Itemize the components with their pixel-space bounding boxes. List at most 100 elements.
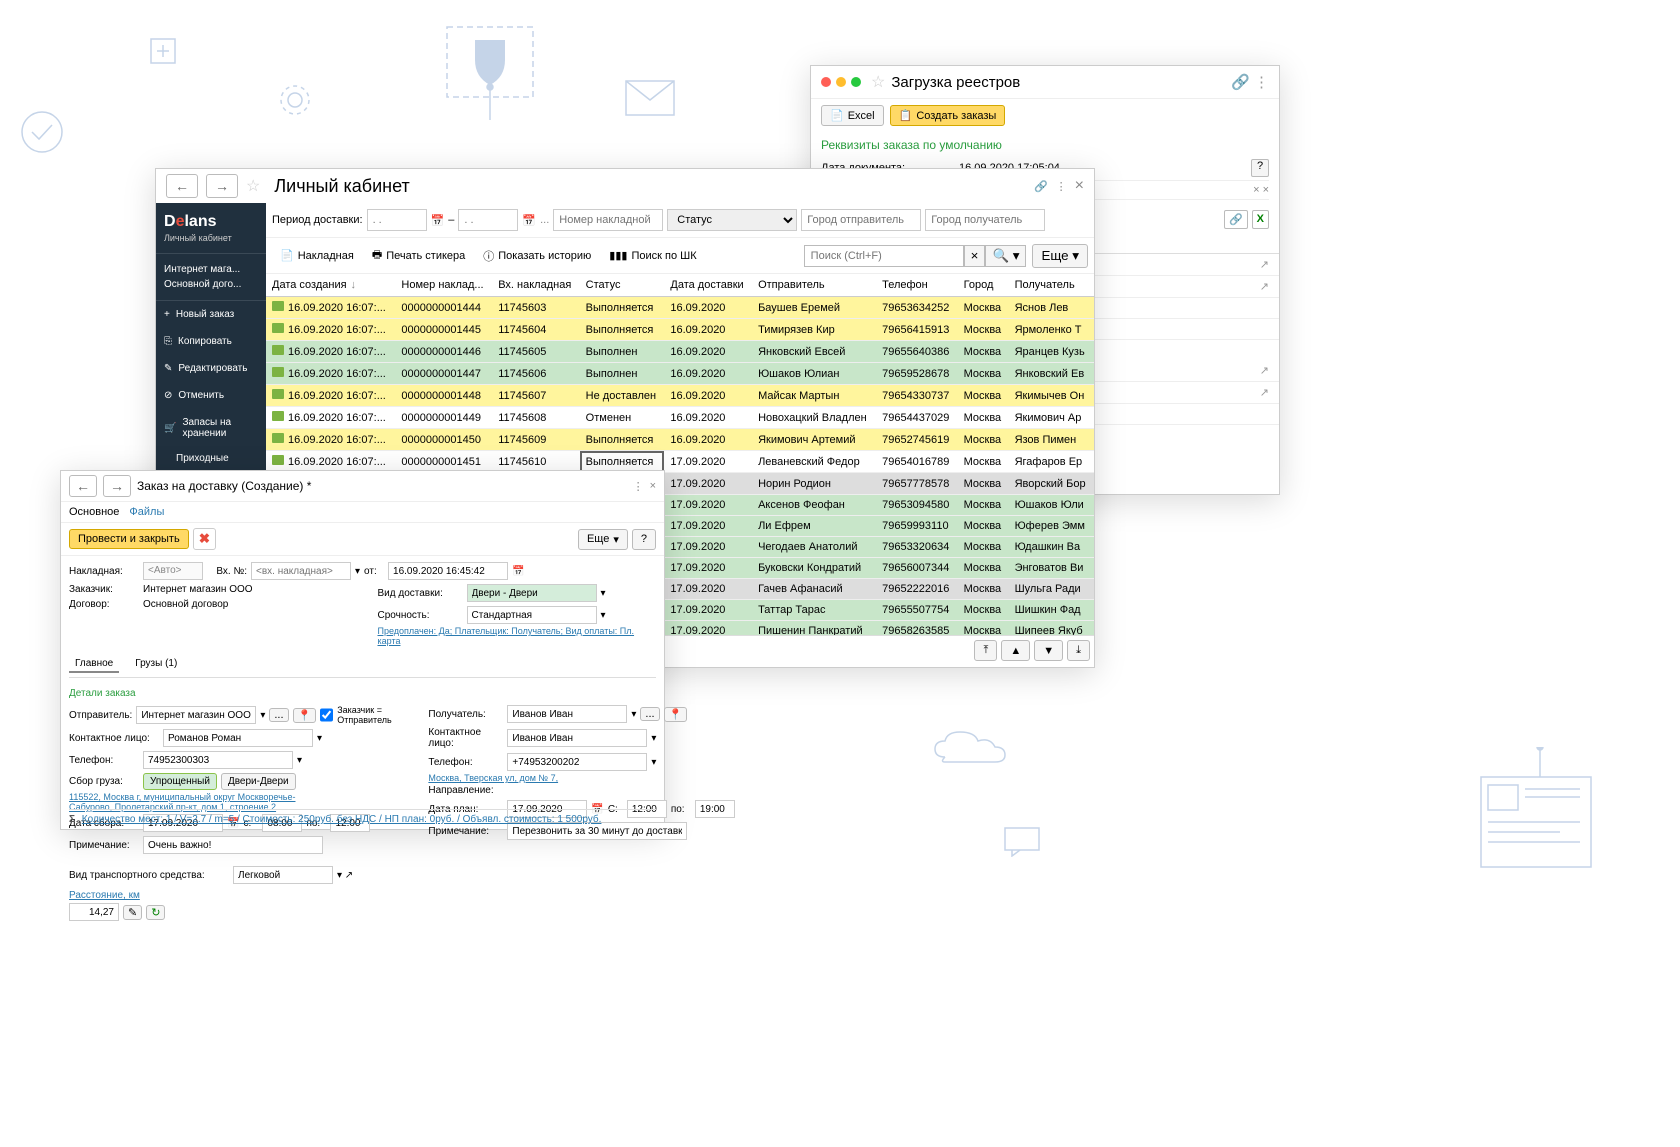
recipient-phone-input[interactable]	[507, 753, 647, 771]
plan-to-input[interactable]	[695, 800, 735, 818]
star-icon[interactable]: ☆	[871, 72, 885, 92]
grid-row[interactable]: 16.09.2020 16:07:...00000000014481174560…	[266, 385, 1094, 407]
date-from-input[interactable]	[367, 209, 427, 231]
min-dot[interactable]	[836, 77, 846, 87]
city-to-input[interactable]	[925, 209, 1045, 231]
invoice-filter-input[interactable]	[553, 209, 663, 231]
calendar-icon[interactable]: 📅	[522, 214, 536, 227]
help-button[interactable]: ?	[632, 529, 656, 550]
scroll-down-button[interactable]: ▼	[1034, 640, 1063, 661]
urgency-input[interactable]	[467, 606, 597, 624]
menu-icon[interactable]: ⋮	[1254, 73, 1269, 91]
summary-link[interactable]: Количество мест: 1 / V=2.7 / m=5 / Стоим…	[82, 814, 602, 825]
recipient-input[interactable]	[507, 705, 627, 723]
col-deliv-date: Дата доставки	[664, 274, 752, 297]
sidebar-new-order[interactable]: +Новый заказ	[156, 301, 266, 328]
expand-icon[interactable]: ↗	[1260, 364, 1269, 377]
sidebar-stock[interactable]: 🛒Запасы на хранении	[156, 409, 266, 447]
incoming-number-input[interactable]	[251, 562, 351, 580]
chat-deco-icon	[1004, 827, 1040, 857]
cancel-button[interactable]: ✖	[193, 528, 216, 550]
more-button[interactable]: Еще ▾	[578, 529, 628, 550]
grid-row[interactable]: 16.09.2020 16:07:...00000000014451174560…	[266, 319, 1094, 341]
back-button[interactable]: ←	[69, 475, 97, 497]
link-icon[interactable]: 🔗	[1231, 73, 1250, 91]
close-icon[interactable]: ×	[650, 480, 656, 493]
distance-label[interactable]: Расстояние, км	[69, 890, 140, 901]
star-icon[interactable]: ☆	[246, 176, 260, 196]
status-filter-select[interactable]: Статус	[667, 209, 797, 231]
search-input[interactable]	[804, 245, 964, 267]
distance-refresh-button[interactable]: ↻	[146, 905, 165, 920]
more-button[interactable]: Еще ▾	[1032, 244, 1088, 268]
link-icon[interactable]: 🔗	[1034, 180, 1048, 193]
logo: Delans Личный кабинет	[156, 203, 266, 254]
pickup-simple-chip[interactable]: Упрощенный	[143, 773, 217, 790]
sidebar-cancel[interactable]: ⊘Отменить	[156, 382, 266, 409]
date-to-input[interactable]	[458, 209, 518, 231]
city-from-input[interactable]	[801, 209, 921, 231]
pickup-doors-chip[interactable]: Двери-Двери	[221, 773, 296, 790]
scroll-up-button[interactable]: ▲	[1001, 640, 1030, 661]
recipient-address-link[interactable]: Москва, Тверская ул, дом № 7,	[428, 773, 734, 783]
more-dates-button[interactable]: ...	[540, 214, 549, 226]
recipient-pin-button[interactable]: 📍	[664, 707, 688, 722]
tab-main[interactable]: Основное	[69, 506, 119, 518]
help-button[interactable]: ?	[1251, 159, 1269, 177]
submit-button[interactable]: Провести и закрыть	[69, 529, 189, 549]
sidebar-edit[interactable]: ✎Редактировать	[156, 355, 266, 382]
expand-icon[interactable]: ↗	[1260, 258, 1269, 271]
history-button[interactable]: ⓘПоказать историю	[475, 244, 599, 268]
scroll-top-button[interactable]: ⤒	[974, 640, 997, 661]
doc-date-input[interactable]	[388, 562, 508, 580]
grid-row[interactable]: 16.09.2020 16:07:...00000000014501174560…	[266, 429, 1094, 451]
vehicle-input[interactable]	[233, 866, 333, 884]
distance-edit-button[interactable]: ✎	[123, 905, 142, 920]
calendar-icon[interactable]: 📅	[431, 214, 445, 227]
sender-pin-button[interactable]: 📍	[293, 708, 317, 723]
prepay-link[interactable]: Предоплачен: Да; Плательщик: Получатель;…	[378, 626, 657, 646]
tab-files[interactable]: Файлы	[129, 506, 164, 518]
clear-search-button[interactable]: ×	[964, 245, 986, 267]
contact-input[interactable]	[163, 729, 313, 747]
expand-icon[interactable]: ↗	[1260, 280, 1269, 293]
sender-lookup-button[interactable]: ...	[269, 708, 288, 722]
sender-input[interactable]	[136, 706, 256, 724]
calendar-icon[interactable]: 📅	[512, 566, 524, 577]
back-button[interactable]: ←	[166, 174, 198, 198]
clear-icon[interactable]: × ×	[1253, 184, 1269, 196]
menu-icon[interactable]: ⋮	[633, 480, 644, 493]
excel-button[interactable]: 📄Excel	[821, 105, 884, 126]
grid-row[interactable]: 16.09.2020 16:07:...00000000014471174560…	[266, 363, 1094, 385]
forward-button[interactable]: →	[206, 174, 238, 198]
small-link-icon[interactable]: 🔗	[1224, 210, 1248, 229]
distance-input[interactable]	[69, 903, 119, 921]
subtab-main[interactable]: Главное	[69, 656, 119, 673]
note-input[interactable]	[143, 836, 323, 854]
grid-row[interactable]: 16.09.2020 16:07:...00000000014491174560…	[266, 407, 1094, 429]
sidebar-contract-info: Основной дого...	[164, 277, 258, 292]
scroll-bottom-button[interactable]: ⤓	[1067, 640, 1090, 661]
expand-icon[interactable]: ↗	[1260, 386, 1269, 399]
barcode-button[interactable]: ▮▮▮Поиск по ШК	[601, 245, 704, 266]
subtab-cargo[interactable]: Грузы (1)	[129, 656, 183, 673]
forward-button[interactable]: →	[103, 475, 131, 497]
invoice-button[interactable]: 📄Накладная	[272, 245, 362, 266]
sidebar-copy[interactable]: ⎘Копировать	[156, 328, 266, 355]
search-button[interactable]: 🔍 ▾	[985, 245, 1026, 267]
excel-export-icon[interactable]: X	[1252, 210, 1269, 229]
close-dot[interactable]	[821, 77, 831, 87]
recipient-contact-input[interactable]	[507, 729, 647, 747]
grid-row[interactable]: 16.09.2020 16:07:...00000000014461174560…	[266, 341, 1094, 363]
create-orders-button[interactable]: 📋Создать заказы	[890, 105, 1006, 126]
sender-eq-checkbox[interactable]	[320, 706, 333, 724]
delivery-type-input[interactable]	[467, 584, 597, 602]
phone-input[interactable]	[143, 751, 293, 769]
max-dot[interactable]	[851, 77, 861, 87]
close-icon[interactable]: ×	[1075, 177, 1084, 195]
sticker-button[interactable]: 🖶Печать стикера	[364, 242, 473, 269]
recipient-lookup-button[interactable]: ...	[640, 707, 659, 721]
grid-row[interactable]: 16.09.2020 16:07:...00000000014441174560…	[266, 297, 1094, 319]
menu-icon[interactable]: ⋮	[1056, 180, 1067, 193]
sidebar-incoming[interactable]: Приходные	[156, 447, 266, 470]
